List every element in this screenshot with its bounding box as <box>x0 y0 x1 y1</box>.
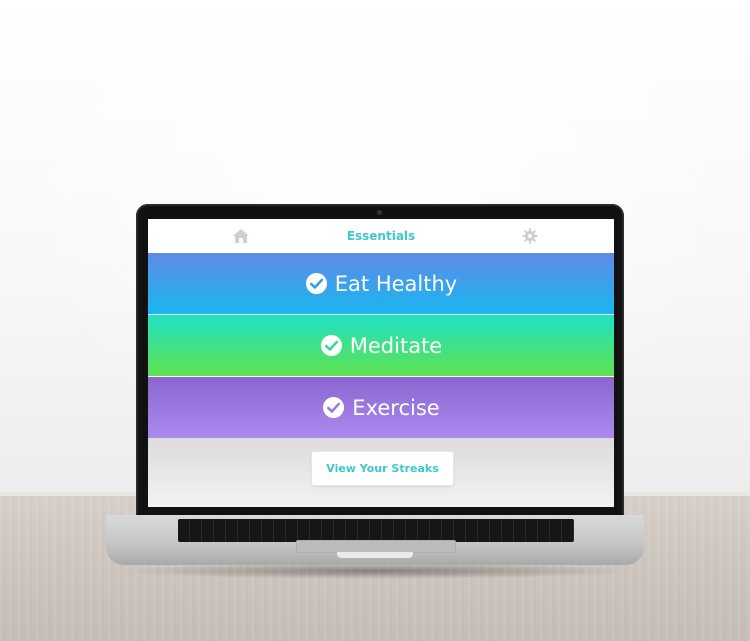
webcam <box>377 210 382 215</box>
footer-area: View Your Streaks <box>148 438 614 507</box>
habit-exercise[interactable]: Exercise <box>148 377 614 438</box>
laptop-lid: Essentials Eat Healthy Meditate Exercise… <box>136 204 624 518</box>
app-title: Essentials <box>346 229 416 243</box>
laptop-shadow <box>120 563 632 579</box>
lid-notch <box>337 552 413 558</box>
check-circle-icon <box>320 334 342 357</box>
home-icon[interactable] <box>232 228 250 244</box>
habit-label: Meditate <box>349 333 443 358</box>
check-circle-icon <box>323 396 345 419</box>
gear-icon[interactable] <box>522 228 538 244</box>
habit-label: Exercise <box>352 395 440 420</box>
laptop-base <box>106 515 644 565</box>
habit-meditate[interactable]: Meditate <box>148 315 614 376</box>
habit-label: Eat Healthy <box>334 271 458 296</box>
check-circle-icon <box>305 272 327 295</box>
app-header: Essentials <box>148 219 614 253</box>
view-streaks-button[interactable]: View Your Streaks <box>311 451 454 486</box>
habit-eat-healthy[interactable]: Eat Healthy <box>148 253 614 314</box>
keyboard <box>178 519 574 542</box>
laptop-screen: Essentials Eat Healthy Meditate Exercise… <box>148 219 614 507</box>
